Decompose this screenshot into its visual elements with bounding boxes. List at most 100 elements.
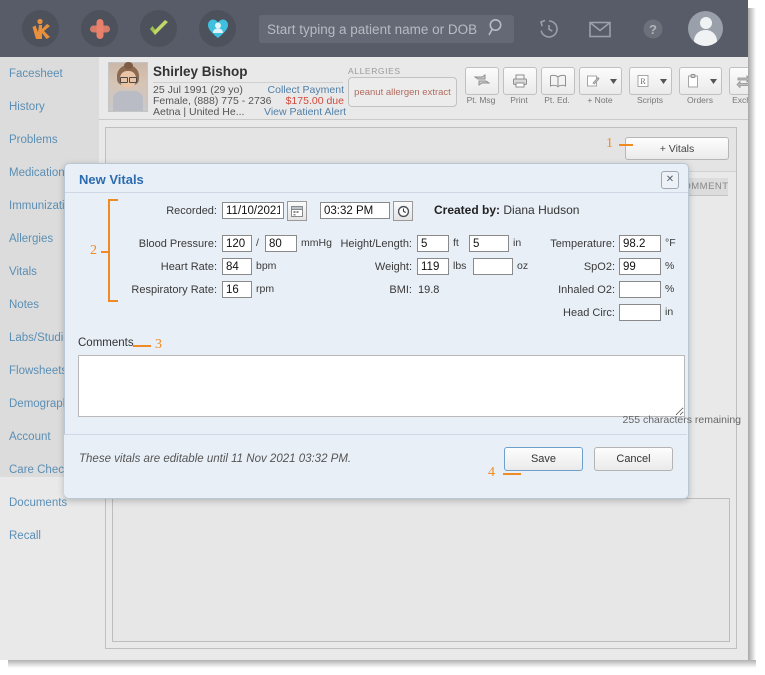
bp-diastolic-input[interactable] xyxy=(265,235,297,252)
patient-name-divider xyxy=(153,82,343,83)
sidebar-item-facesheet[interactable]: Facesheet xyxy=(0,57,99,90)
comments-label: Comments xyxy=(78,337,134,349)
avatar-body xyxy=(694,30,717,46)
sidebar-item-label: Notes xyxy=(9,298,40,311)
save-button[interactable]: Save xyxy=(504,447,583,471)
toolbar-label: Exchange xyxy=(732,95,748,105)
weight-oz-input[interactable] xyxy=(473,258,513,275)
respiratory-rate-unit: rpm xyxy=(256,283,275,295)
calendar-icon[interactable] xyxy=(287,201,307,221)
allergies-value[interactable]: peanut allergen extract xyxy=(348,77,457,107)
spo2-input[interactable] xyxy=(619,258,661,275)
head-circumference-unit: in xyxy=(665,306,674,318)
temperature-label: Temperature: xyxy=(550,238,615,250)
chevron-down-icon[interactable] xyxy=(605,67,622,95)
heart-rate-input[interactable] xyxy=(222,258,252,275)
annotation-leader-3 xyxy=(133,345,151,347)
temperature-unit: °F xyxy=(665,237,676,249)
sidebar-item-label: Vitals xyxy=(9,265,37,278)
modal-footer: These vitals are editable until 11 Nov 2… xyxy=(64,434,687,498)
characters-remaining: 255 characters remaining xyxy=(622,414,741,426)
bmi-value: 19.8 xyxy=(418,284,440,296)
chevron-down-icon[interactable] xyxy=(705,67,722,95)
green-check-icon[interactable] xyxy=(140,10,177,47)
bp-unit: mmHg xyxy=(301,237,332,249)
toolbar-label: Pt. Msg xyxy=(466,95,496,105)
recorded-date-input[interactable] xyxy=(222,202,284,219)
vitals-grid-area xyxy=(112,498,730,642)
patient-header: Shirley Bishop 25 Jul 1991 (29 yo) Femal… xyxy=(99,57,748,120)
mail-icon[interactable] xyxy=(585,14,615,44)
inhaled-o2-unit: % xyxy=(665,283,675,295)
sidebar-item-problems[interactable]: Problems xyxy=(0,123,99,156)
sidebar-item-history[interactable]: History xyxy=(0,90,99,123)
toolbar-label: + Note xyxy=(587,95,613,105)
annotation-number-4: 4 xyxy=(488,465,495,480)
clipboard-icon[interactable] xyxy=(679,67,707,95)
chevron-down-icon[interactable] xyxy=(655,67,672,95)
sidebar-item-label: Problems xyxy=(9,133,58,146)
photo-glasses-left xyxy=(120,77,128,83)
height-feet-input[interactable] xyxy=(417,235,449,252)
sidebar-item-label: Flowsheets xyxy=(9,364,68,377)
svg-text:?: ? xyxy=(649,22,657,37)
photo-bun xyxy=(124,62,133,69)
annotation-leader-2 xyxy=(101,251,108,253)
temperature-input[interactable] xyxy=(619,235,661,252)
height-inches-unit: in xyxy=(513,237,522,249)
add-vitals-button[interactable]: + Vitals xyxy=(625,137,729,160)
inhaled-o2-input[interactable] xyxy=(619,281,661,298)
spo2-unit: % xyxy=(665,260,675,272)
height-inches-input[interactable] xyxy=(469,235,509,252)
annotation-bracket-2 xyxy=(108,199,118,302)
weight-lbs-input[interactable] xyxy=(417,258,449,275)
weight-oz-unit: oz xyxy=(517,260,529,272)
cancel-button[interactable]: Cancel xyxy=(594,447,673,471)
heart-rate-label: Heart Rate: xyxy=(160,261,217,273)
exchange-arrows-icon[interactable] xyxy=(729,67,748,95)
sidebar-item-recall[interactable]: Recall xyxy=(0,519,99,552)
patient-photo xyxy=(108,62,148,112)
sidebar-item-label: Account xyxy=(9,430,51,443)
comments-textarea[interactable] xyxy=(78,355,685,417)
book-icon[interactable] xyxy=(541,67,575,95)
kareo-k-logo[interactable] xyxy=(22,10,59,47)
head-circumference-input[interactable] xyxy=(619,304,661,321)
respiratory-rate-label: Respiratory Rate: xyxy=(131,284,217,296)
recorded-label: Recorded: xyxy=(166,205,217,217)
view-patient-alert-link[interactable]: View Patient Alert xyxy=(264,106,346,118)
toolbar-label: Scripts xyxy=(637,95,663,105)
clock-icon[interactable] xyxy=(393,201,413,221)
patient-search-input[interactable]: Start typing a patient name or DOB xyxy=(259,15,514,43)
annotation-number-2: 2 xyxy=(90,243,97,258)
bp-systolic-input[interactable] xyxy=(222,235,252,252)
toolbar-label: Pt. Ed. xyxy=(544,95,570,105)
patient-message-icon[interactable] xyxy=(465,67,499,95)
inhaled-o2-label: Inhaled O2: xyxy=(558,284,615,296)
bandage-cross-icon[interactable] xyxy=(81,10,118,47)
heart-patient-icon[interactable] xyxy=(199,10,236,47)
search-placeholder-text: Start typing a patient name or DOB xyxy=(267,21,478,37)
patient-name: Shirley Bishop xyxy=(153,64,248,79)
sidebar-item-label: Recall xyxy=(9,529,41,542)
height-length-label: Height/Length: xyxy=(340,238,412,250)
printer-icon[interactable] xyxy=(503,67,537,95)
user-avatar[interactable] xyxy=(688,11,723,46)
allergies-label: ALLERGIES xyxy=(348,66,401,76)
avatar-head xyxy=(699,17,712,29)
help-icon[interactable]: ? xyxy=(638,14,668,44)
sidebar-item-label: Allergies xyxy=(9,232,54,245)
prescription-icon[interactable]: R xyxy=(629,67,657,95)
respiratory-rate-input[interactable] xyxy=(222,281,252,298)
recorded-time-input[interactable] xyxy=(320,202,390,219)
history-icon[interactable] xyxy=(534,14,564,44)
modal-title: New Vitals xyxy=(79,172,144,187)
photo-glasses-right xyxy=(129,77,137,83)
created-by-value: Diana Hudson xyxy=(503,203,580,217)
search-icon xyxy=(488,18,506,41)
close-icon[interactable]: ✕ xyxy=(661,171,679,189)
note-pencil-icon[interactable] xyxy=(579,67,607,95)
patient-insurance: Aetna | United He... xyxy=(153,106,245,118)
sidebar-item-label: Facesheet xyxy=(9,67,63,80)
photo-torso xyxy=(113,91,143,111)
